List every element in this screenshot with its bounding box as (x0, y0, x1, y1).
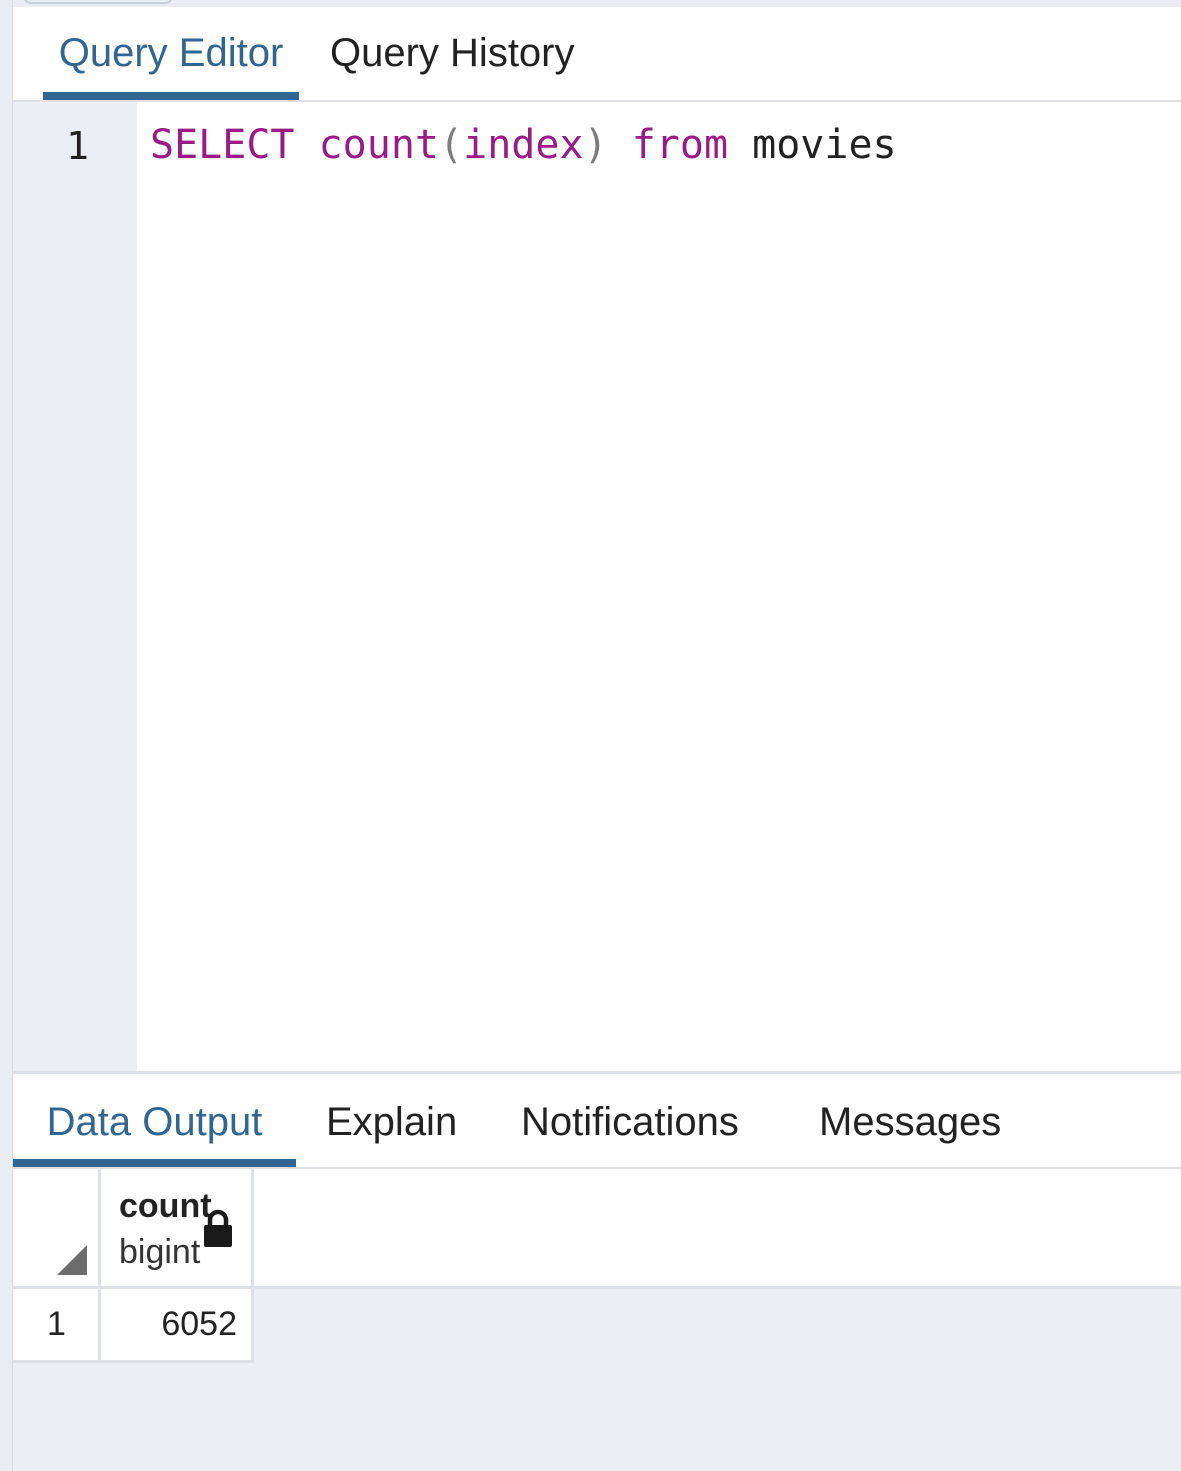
cell-count-value[interactable]: 6052 (101, 1289, 254, 1360)
tab-query-editor[interactable]: Query Editor (43, 7, 299, 100)
tab-query-history[interactable]: Query History (330, 7, 575, 100)
column-name: count (119, 1187, 212, 1225)
line-number-gutter: 1 (13, 102, 137, 1071)
window-left-border (0, 0, 13, 1471)
sql-editor[interactable]: 1 SELECT count(index) from movies (13, 102, 1181, 1071)
column-type: bigint (119, 1233, 201, 1271)
line-number: 1 (66, 124, 89, 168)
column-header-count[interactable]: count bigint (101, 1169, 254, 1286)
previous-tab-edge (23, 0, 173, 4)
close-paren: ) (583, 122, 608, 168)
grid-header-row: count bigint (13, 1169, 1181, 1289)
row-number[interactable]: 1 (13, 1289, 101, 1360)
tab-explain[interactable]: Explain (326, 1074, 457, 1167)
keyword-index: index (463, 122, 584, 168)
tab-notifications[interactable]: Notifications (521, 1074, 739, 1167)
keyword-select: SELECT (150, 122, 295, 168)
table-name: movies (752, 122, 897, 168)
top-strip (13, 0, 1181, 7)
tab-messages[interactable]: Messages (819, 1074, 1001, 1167)
select-all-triangle-icon (57, 1245, 87, 1275)
function-count: count (318, 122, 440, 168)
table-row: 1 6052 (13, 1289, 254, 1363)
keyword-from: from (631, 122, 729, 168)
editor-tab-bar: Query Editor Query History (13, 7, 1181, 102)
results-tab-bar: Data Output Explain Notifications Messag… (13, 1071, 1181, 1169)
lock-icon (204, 1209, 232, 1247)
code-line[interactable]: SELECT count(index) from movies (150, 122, 897, 168)
open-paren: ( (439, 122, 464, 168)
select-all-cell[interactable] (13, 1169, 101, 1286)
tab-data-output[interactable]: Data Output (13, 1074, 296, 1167)
data-output-grid: count bigint 1 6052 (13, 1169, 1181, 1471)
